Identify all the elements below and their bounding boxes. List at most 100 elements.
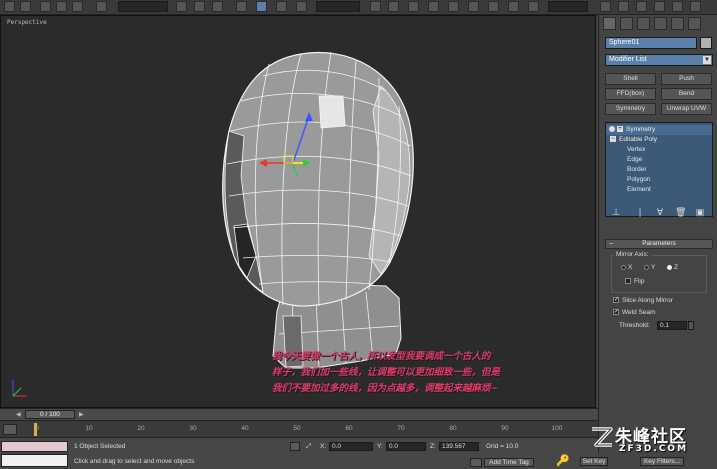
- motion-tab-icon[interactable]: [654, 17, 667, 30]
- snap-toggle-icon[interactable]: [408, 1, 419, 12]
- slider-right-arrow-icon[interactable]: ▶: [79, 411, 84, 418]
- modify-tab-icon[interactable]: [620, 17, 633, 30]
- select-rotate-icon[interactable]: [256, 1, 267, 12]
- hierarchy-tab-icon[interactable]: [637, 17, 650, 30]
- collapse-icon: −: [609, 241, 614, 248]
- undo-icon[interactable]: [4, 1, 15, 12]
- unlink-icon[interactable]: [56, 1, 67, 12]
- select-object-icon[interactable]: [96, 1, 107, 12]
- modifier-list-label: Modifier List: [609, 56, 647, 63]
- align-icon[interactable]: [528, 1, 539, 12]
- add-time-tag-button[interactable]: Add Time Tag: [484, 458, 534, 467]
- axis-x-radio[interactable]: X: [621, 264, 632, 271]
- selection-filter-dropdown[interactable]: [118, 1, 168, 12]
- maxscript-listener-pink[interactable]: [1, 441, 68, 452]
- absolute-mode-icon[interactable]: ⤢: [306, 443, 311, 451]
- named-selection-sets-dropdown[interactable]: [548, 1, 588, 12]
- angle-snap-icon[interactable]: [428, 1, 439, 12]
- unwrap-uvw-button[interactable]: Unwrap UVW: [661, 103, 712, 115]
- select-move-icon[interactable]: [236, 1, 247, 12]
- reference-coord-icon[interactable]: [296, 1, 307, 12]
- configure-sets-icon[interactable]: ▣: [695, 207, 705, 217]
- stack-subobject-border[interactable]: Border: [606, 165, 712, 175]
- modifier-stack[interactable]: + Symmetry − Editable Poly Vertex Edge Bor…: [605, 122, 713, 217]
- display-tab-icon[interactable]: [671, 17, 684, 30]
- curve-editor-icon[interactable]: [600, 1, 611, 12]
- axis-z-radio[interactable]: Z: [667, 264, 678, 271]
- lock-selection-icon[interactable]: [290, 442, 300, 451]
- make-unique-icon[interactable]: ∀: [655, 207, 665, 217]
- link-icon[interactable]: [40, 1, 51, 12]
- utilities-tab-icon[interactable]: [688, 17, 701, 30]
- collapse-icon[interactable]: −: [610, 136, 616, 143]
- modifier-list-dropdown[interactable]: Modifier List ▼: [605, 54, 713, 66]
- z-coordinate-field[interactable]: 139.567: [439, 442, 479, 451]
- reference-coordinate-dropdown[interactable]: [316, 1, 360, 12]
- remove-modifier-icon[interactable]: 🗑: [675, 207, 686, 217]
- parameters-rollout-header[interactable]: − Parameters: [605, 239, 713, 249]
- material-editor-icon[interactable]: [636, 1, 647, 12]
- quick-render-icon[interactable]: [690, 1, 701, 12]
- spinner-snap-icon[interactable]: [468, 1, 479, 12]
- create-tab-icon[interactable]: [603, 17, 616, 30]
- time-tag-icon[interactable]: [470, 458, 482, 467]
- manipulate-icon[interactable]: [388, 1, 399, 12]
- schematic-view-icon[interactable]: [618, 1, 629, 12]
- object-color-swatch[interactable]: [700, 37, 712, 49]
- key-icon[interactable]: 🔑: [556, 454, 570, 467]
- show-end-result-icon[interactable]: |: [635, 207, 645, 217]
- maxscript-listener-white[interactable]: [1, 454, 68, 467]
- mirror-icon[interactable]: [508, 1, 519, 12]
- window-crossing-icon[interactable]: [212, 1, 223, 12]
- rollout-title: Parameters: [642, 240, 676, 247]
- object-name-field[interactable]: Sphere01: [605, 37, 697, 49]
- open-mini-curve-editor-icon[interactable]: [3, 424, 17, 435]
- threshold-input[interactable]: 0.1: [657, 321, 687, 330]
- ffd-box-button[interactable]: FFD(box): [605, 88, 656, 100]
- slider-left-arrow-icon[interactable]: ◀: [16, 411, 21, 418]
- percent-snap-icon[interactable]: [448, 1, 459, 12]
- axis-y-radio[interactable]: Y: [644, 264, 655, 271]
- mirror-axis-group: [611, 255, 707, 293]
- pin-stack-icon[interactable]: ⊥: [611, 207, 621, 217]
- stack-item-label: Editable Poly: [619, 136, 657, 143]
- weld-seam-checkbox[interactable]: ✓ Weld Seam: [613, 309, 655, 316]
- flip-checkbox[interactable]: Flip: [625, 278, 644, 285]
- stack-subobject-element[interactable]: Element: [606, 185, 712, 195]
- stack-item-editable-poly[interactable]: − Editable Poly: [606, 135, 716, 145]
- stack-item-symmetry[interactable]: + Symmetry: [606, 125, 712, 135]
- redo-icon[interactable]: [20, 1, 31, 12]
- rendered-frame-icon[interactable]: [672, 1, 683, 12]
- status-bar: 1 Object Selected Click and drag to sele…: [0, 437, 598, 469]
- stack-subobject-edge[interactable]: Edge: [606, 155, 712, 165]
- select-by-name-icon[interactable]: [176, 1, 187, 12]
- region-select-icon[interactable]: [194, 1, 205, 12]
- time-slider-bar[interactable]: ◀ 0 / 100 ▶: [0, 408, 598, 420]
- time-slider-thumb[interactable]: 0 / 100: [25, 410, 75, 419]
- tick-label: 50: [293, 425, 301, 432]
- prompt-line: Click and drag to select and move object…: [74, 458, 195, 465]
- select-scale-icon[interactable]: [276, 1, 287, 12]
- x-label: X:: [320, 443, 327, 450]
- bulb-icon[interactable]: [609, 126, 615, 133]
- x-coordinate-field[interactable]: 0.0: [329, 442, 373, 451]
- track-bar[interactable]: 0 10 20 30 40 50 60 70 80 90 100: [0, 420, 598, 437]
- render-setup-icon[interactable]: [654, 1, 665, 12]
- stack-subobject-vertex[interactable]: Vertex: [606, 145, 712, 155]
- stack-toolbar: ⊥ | ∀ 🗑 ▣: [605, 206, 713, 220]
- threshold-spinner[interactable]: [688, 321, 694, 330]
- watermark-en: ZF3D.COM: [619, 444, 689, 454]
- shell-button[interactable]: Shell: [605, 73, 656, 85]
- symmetry-button[interactable]: Symmetry: [605, 103, 656, 115]
- stack-subobject-polygon[interactable]: Polygon: [606, 175, 712, 185]
- bend-button[interactable]: Bend: [661, 88, 712, 100]
- bind-space-warp-icon[interactable]: [72, 1, 83, 12]
- tick-label: 100: [551, 425, 563, 432]
- y-coordinate-field[interactable]: 0.0: [386, 442, 426, 451]
- push-button[interactable]: Push: [661, 73, 712, 85]
- slice-along-mirror-checkbox[interactable]: ✓ Slice Along Mirror: [613, 297, 673, 304]
- watermark-logo-icon: [592, 427, 613, 447]
- expand-icon[interactable]: +: [617, 126, 623, 133]
- pivot-center-icon[interactable]: [370, 1, 381, 12]
- named-selection-icon[interactable]: [488, 1, 499, 12]
